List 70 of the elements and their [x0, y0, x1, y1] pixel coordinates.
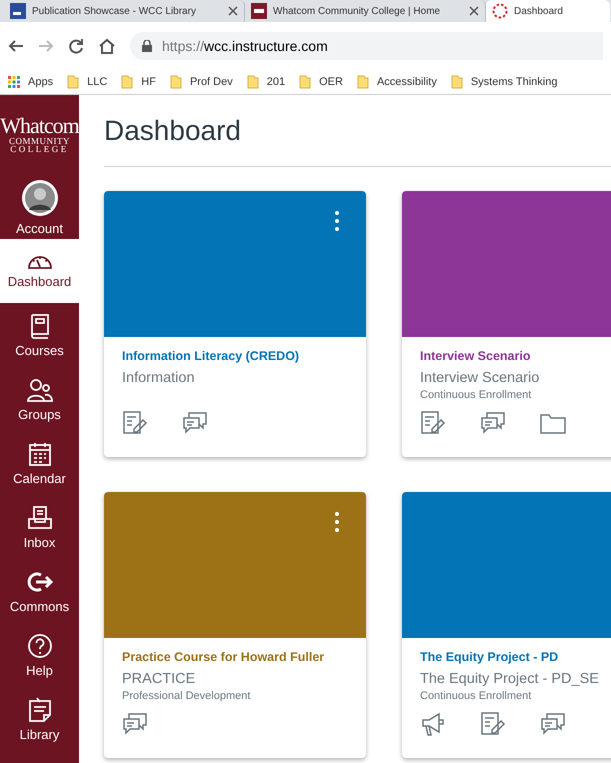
people-icon [26, 376, 52, 402]
course-card[interactable]: Practice Course for Howard Fuller PRACTICE Professional Development [104, 492, 366, 758]
college-favicon-icon [251, 3, 267, 19]
bookmark[interactable]: 201 [246, 75, 286, 89]
course-name[interactable]: The Equity Project - PD [420, 650, 611, 664]
course-term: Professional Development [122, 690, 252, 703]
course-code: The Equity Project - PD_SE [420, 671, 600, 687]
course-card[interactable]: Interview Scenario Interview Scenario Continuous Enrollment [402, 191, 611, 457]
home-icon[interactable] [98, 38, 116, 54]
bookmark[interactable]: Systems Thinking [450, 75, 558, 89]
calendar-icon [26, 440, 52, 466]
bookmark[interactable]: LLC [67, 75, 108, 89]
nav-item[interactable]: Library [0, 687, 79, 751]
assignment-icon[interactable] [122, 410, 148, 436]
folder-icon [246, 75, 259, 89]
nav-item[interactable]: Calendar [0, 431, 79, 495]
nav-item[interactable]: Account [0, 175, 79, 239]
college-logo[interactable]: Whatcom COMMUNITY COLLEGE [0, 95, 79, 175]
discussion-icon[interactable] [182, 410, 208, 436]
course-term: Continuous Enrollment [420, 690, 532, 703]
folder-icon [170, 75, 182, 89]
bookmark[interactable]: Apps [8, 76, 54, 88]
assignment-icon[interactable] [480, 711, 506, 737]
discussion-icon[interactable] [480, 410, 506, 436]
assignment-icon[interactable] [420, 410, 446, 436]
bookmark[interactable]: HF [121, 75, 156, 89]
megaphone-icon[interactable] [420, 711, 446, 737]
discussion-icon[interactable] [540, 711, 566, 737]
notepad-icon [26, 696, 52, 722]
folder-icon [356, 75, 369, 89]
nav-item[interactable]: Inbox [0, 495, 79, 559]
gauge-icon [26, 253, 52, 270]
bookmark[interactable]: OER [299, 75, 343, 89]
nav-item[interactable]: Dashboard [0, 239, 79, 303]
course-card[interactable]: Information Literacy (CREDO) Information [104, 191, 366, 457]
back-icon[interactable] [8, 38, 24, 54]
nav-item[interactable]: Groups [0, 367, 79, 431]
discussion-icon[interactable] [122, 711, 148, 737]
course-card[interactable]: The Equity Project - PD The Equity Project - PD_SE Continuous Enrollment [402, 492, 611, 758]
close-icon[interactable] [469, 6, 479, 16]
kebab-menu-icon[interactable] [335, 512, 339, 532]
course-code: PRACTICE [122, 671, 196, 687]
nav-item[interactable]: Courses [0, 303, 79, 367]
nav-item[interactable]: Help [0, 623, 79, 687]
close-icon[interactable] [228, 6, 238, 16]
canvas-favicon-icon [492, 3, 508, 19]
course-name[interactable]: Information Literacy (CREDO) [122, 349, 348, 363]
bookmark[interactable]: Prof Dev [170, 75, 233, 89]
reload-icon[interactable] [68, 38, 84, 54]
avatar-icon[interactable] [20, 178, 58, 216]
apps-grid-icon [8, 76, 20, 88]
library-favicon-icon [10, 3, 26, 19]
address-bar[interactable]: https://wcc.instructure.com [130, 32, 603, 60]
course-name[interactable]: Interview Scenario [420, 349, 611, 363]
folder-icon [450, 75, 463, 89]
folder-icon [121, 75, 134, 89]
browser-tab[interactable]: Dashboard [486, 0, 610, 22]
kebab-menu-icon[interactable] [335, 211, 339, 231]
help-icon [26, 632, 52, 658]
page-title: Dashboard [104, 95, 611, 167]
folder-icon [299, 75, 312, 89]
folder-icon [67, 75, 80, 89]
course-name[interactable]: Practice Course for Howard Fuller [122, 650, 348, 664]
course-code: Interview Scenario [420, 370, 540, 386]
inbox-icon [26, 504, 52, 530]
course-term: Continuous Enrollment [420, 389, 532, 402]
course-code: Information [122, 370, 196, 386]
nav-item[interactable]: Commons [0, 559, 79, 623]
bookmark[interactable]: Accessibility [356, 75, 437, 89]
lock-icon [142, 40, 152, 52]
